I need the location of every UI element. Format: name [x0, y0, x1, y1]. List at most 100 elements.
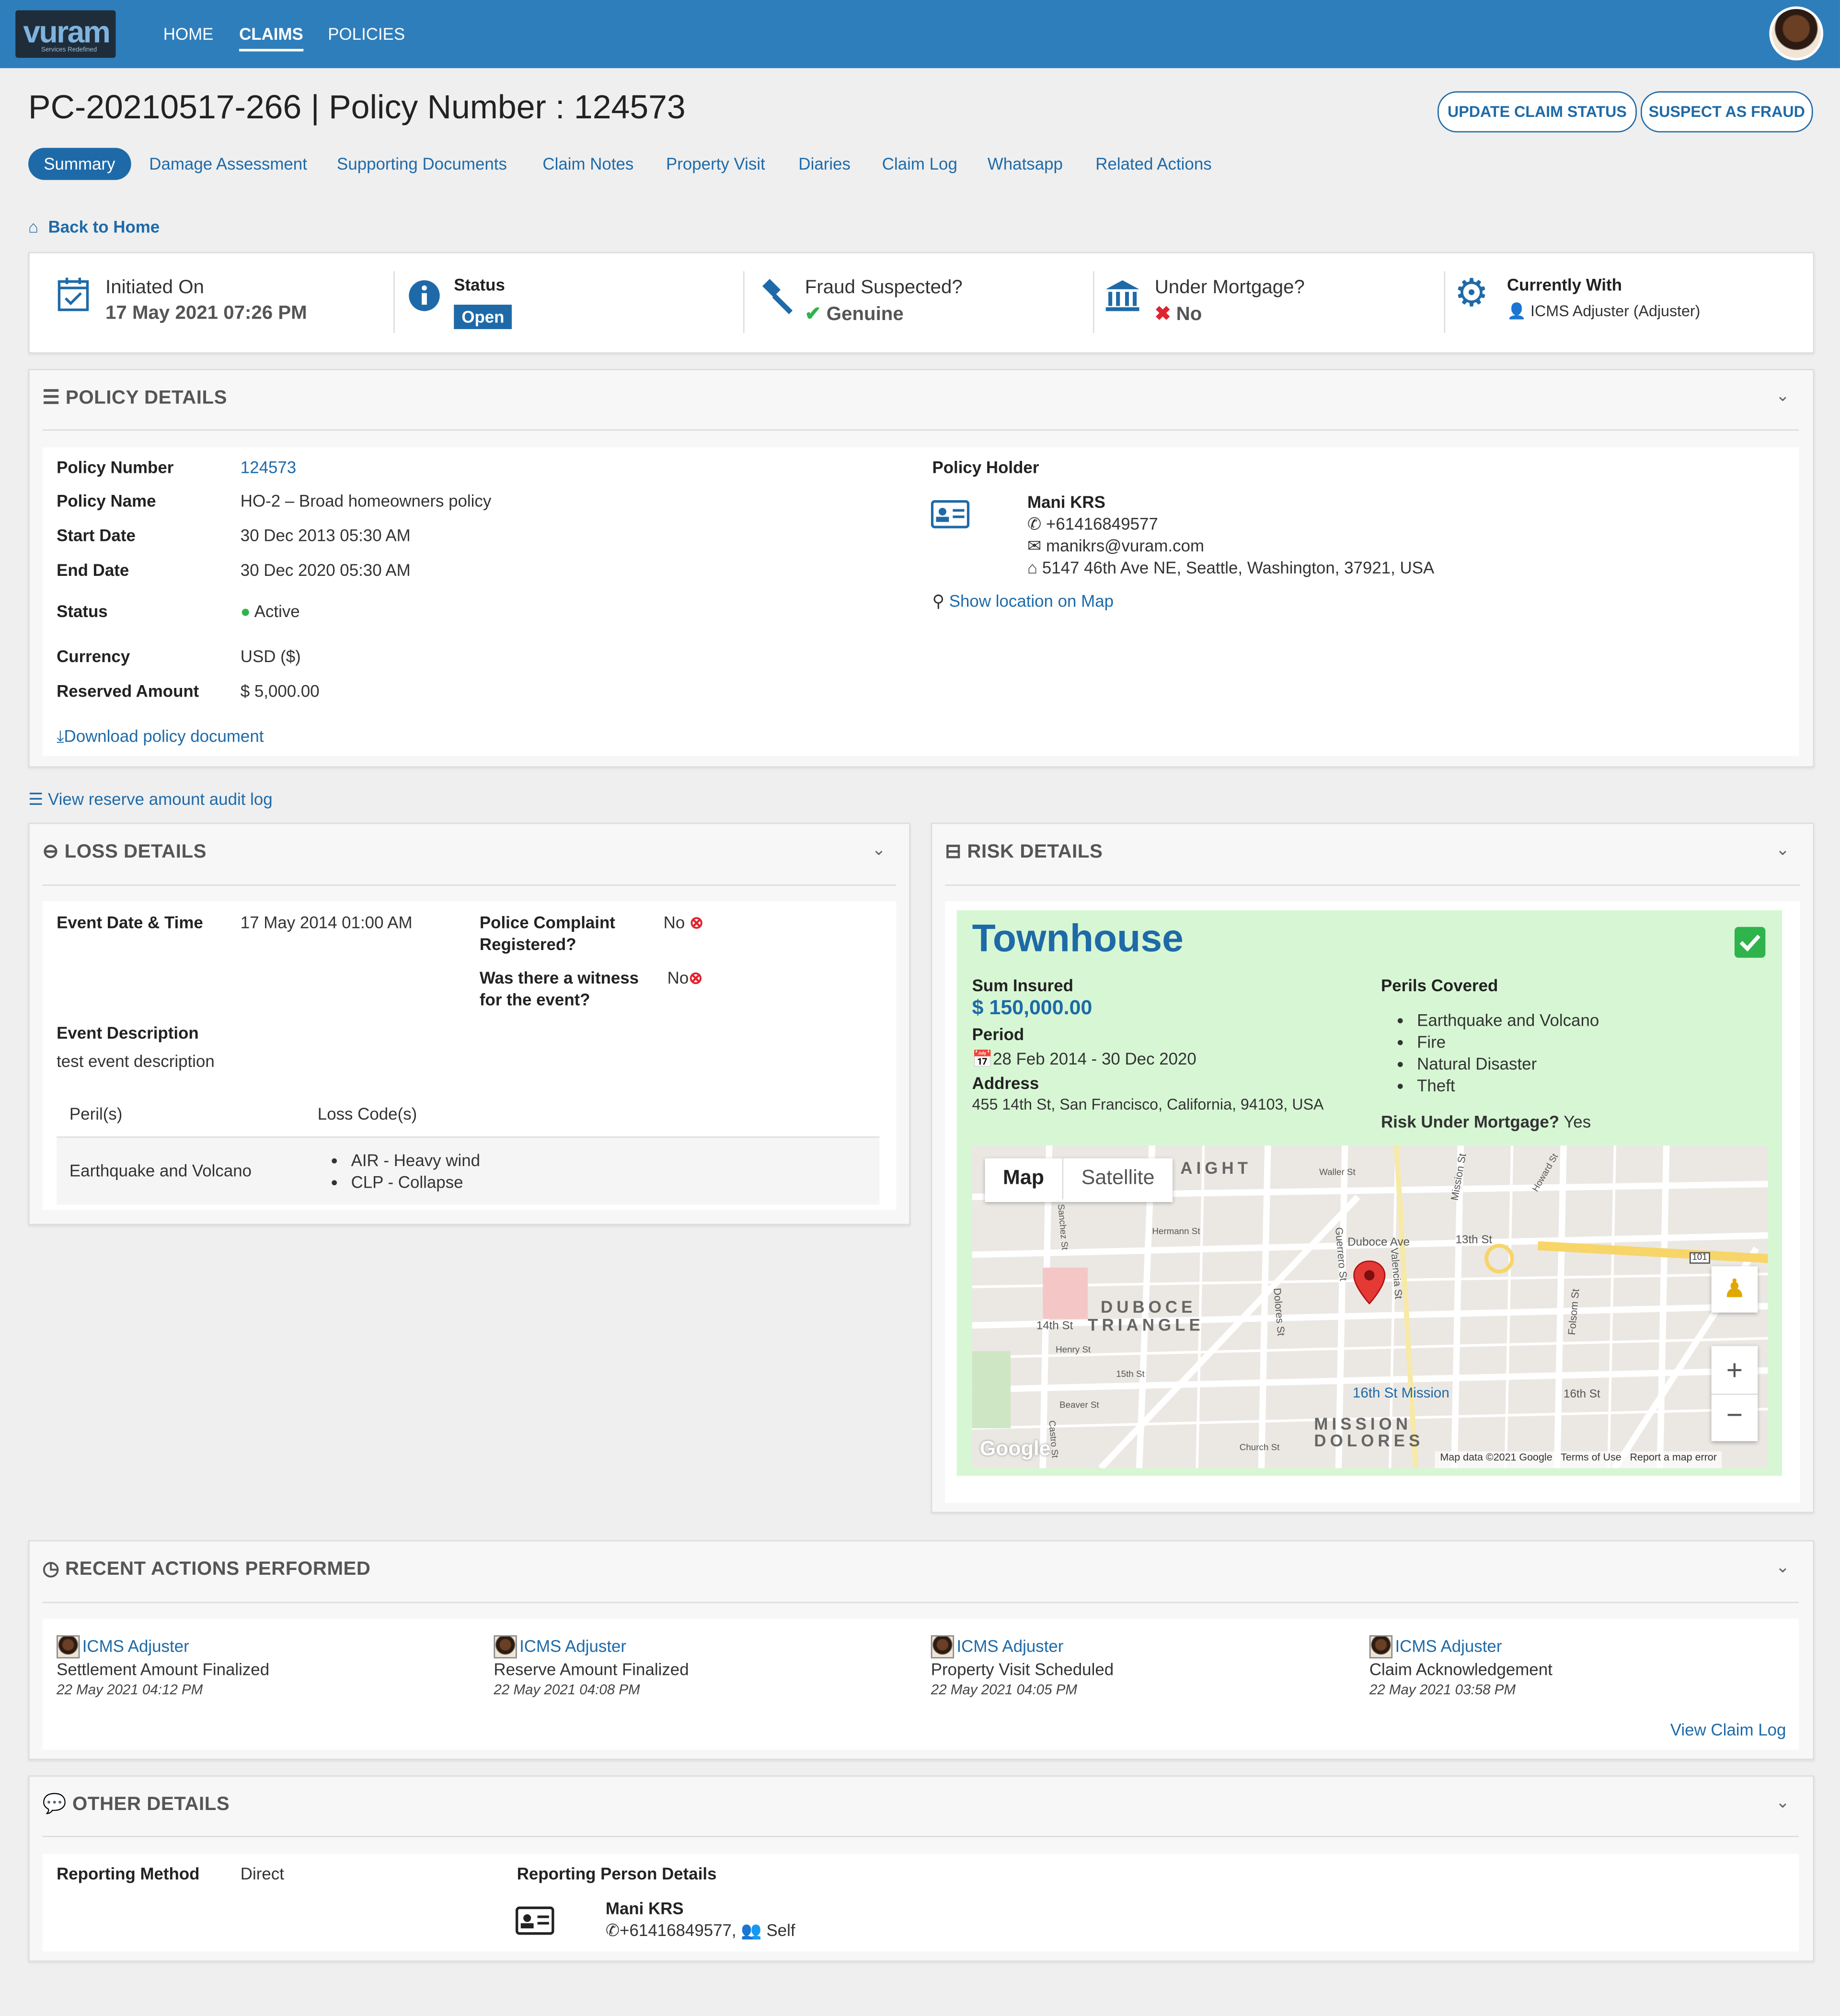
- risk-mortgage-value: Yes: [1564, 1112, 1591, 1132]
- clock-icon: ◷: [42, 1558, 60, 1580]
- home-icon: ⌂: [28, 217, 39, 237]
- action-user-link[interactable]: ICMS Adjuster: [519, 1637, 626, 1656]
- action-text: Settlement Amount Finalized: [57, 1660, 270, 1679]
- download-label: Download policy document: [64, 726, 264, 746]
- reporting-person-label: Reporting Person Details: [517, 1864, 717, 1884]
- tab-supporting-documents[interactable]: Supporting Documents: [337, 154, 507, 173]
- risk-details-title: RISK DETAILS: [967, 840, 1103, 863]
- map-data-credit: Map data ©2021 Google: [1440, 1451, 1552, 1463]
- tab-damage-assessment[interactable]: Damage Assessment: [149, 154, 307, 173]
- download-policy-document-link[interactable]: ⤓Download policy document: [57, 726, 264, 747]
- loss-codes-list: AIR - Heavy wind CLP - Collapse: [331, 1151, 480, 1194]
- zoom-in-button[interactable]: +: [1712, 1346, 1758, 1394]
- avatar: [57, 1635, 80, 1659]
- loss-details-header[interactable]: ⊖ LOSS DETAILS: [42, 839, 207, 863]
- map-label: Church St: [1239, 1443, 1280, 1453]
- risk-details-header[interactable]: ⊟ RISK DETAILS: [945, 839, 1103, 863]
- show-location-on-map-link[interactable]: ⚲ Show location on Map: [932, 591, 1114, 612]
- show-location-label: Show location on Map: [949, 591, 1114, 611]
- policy-status-value: ● Active: [241, 602, 300, 621]
- terms-of-use-link[interactable]: Terms of Use: [1561, 1452, 1621, 1463]
- action-time: 22 May 2021 03:58 PM: [1369, 1683, 1516, 1698]
- list-item: Fire: [1417, 1032, 1599, 1052]
- list-item: Earthquake and Volcano: [1417, 1010, 1599, 1030]
- map-tab-map[interactable]: Map: [985, 1158, 1062, 1200]
- phone-icon: ✆: [1027, 514, 1042, 534]
- holder-email-text: manikrs@vuram.com: [1046, 536, 1205, 556]
- x-circle-icon: ✖: [1154, 303, 1171, 325]
- chevron-down-icon[interactable]: ⌄: [1776, 1792, 1790, 1813]
- tab-related-actions[interactable]: Related Actions: [1095, 154, 1211, 173]
- minus-circle-icon: ⊖: [42, 840, 59, 863]
- loss-details-section: ⊖ LOSS DETAILS ⌄ Event Date & Time 17 Ma…: [28, 823, 910, 1226]
- policy-number-link[interactable]: 124573: [241, 458, 296, 477]
- checkbox-checked-icon: [1734, 927, 1766, 958]
- perils-column-header: Peril(s): [69, 1104, 123, 1124]
- other-details-header[interactable]: 💬 OTHER DETAILS: [43, 1792, 230, 1815]
- avatar: [1369, 1635, 1393, 1659]
- avatar: [494, 1635, 517, 1659]
- update-claim-status-button[interactable]: UPDATE CLAIM STATUS: [1438, 91, 1637, 133]
- tab-property-visit[interactable]: Property Visit: [666, 154, 765, 173]
- zoom-out-button[interactable]: −: [1711, 1393, 1758, 1443]
- list-item: AIR - Heavy wind: [351, 1151, 480, 1170]
- tab-claim-notes[interactable]: Claim Notes: [542, 154, 633, 173]
- chevron-down-icon[interactable]: ⌄: [1776, 839, 1790, 860]
- event-description-label: Event Description: [57, 1023, 199, 1043]
- action-text: Property Visit Scheduled: [931, 1660, 1114, 1679]
- holder-name: Mani KRS: [1027, 492, 1105, 512]
- nav-policies[interactable]: POLICIES: [328, 24, 405, 44]
- period-label: Period: [972, 1024, 1024, 1044]
- reserved-amount-label: Reserved Amount: [57, 681, 199, 701]
- witness-label: Was there a witness: [479, 968, 639, 987]
- back-to-home-link[interactable]: ⌂ Back to Home: [28, 217, 160, 236]
- action-user-link[interactable]: ICMS Adjuster: [82, 1637, 189, 1656]
- suspect-as-fraud-button[interactable]: SUSPECT AS FRAUD: [1641, 91, 1813, 133]
- police-complaint-value: No ⊗: [664, 913, 704, 933]
- tab-summary[interactable]: Summary: [28, 148, 131, 180]
- phone-icon: ✆: [605, 1920, 620, 1940]
- google-map[interactable]: AIGHT DUBOCE TRIANGLE MISSION DOLORES Du…: [972, 1145, 1768, 1468]
- calendar-check-icon: [58, 277, 89, 311]
- tab-claim-log[interactable]: Claim Log: [882, 154, 957, 173]
- report-map-error-link[interactable]: Report a map error: [1630, 1452, 1717, 1463]
- policy-details-header[interactable]: ☰ POLICY DETAILS: [43, 386, 227, 409]
- view-reserve-audit-log-link[interactable]: ☰ View reserve amount audit log: [28, 790, 273, 810]
- map-transit-label: 16th St Mission: [1352, 1386, 1449, 1401]
- action-user-link[interactable]: ICMS Adjuster: [956, 1637, 1063, 1656]
- vuram-logo[interactable]: vuram Services Redefined: [15, 10, 116, 58]
- user-avatar[interactable]: [1769, 6, 1824, 61]
- reporting-person-relation: Self: [766, 1920, 795, 1940]
- event-description-value: test event description: [57, 1052, 215, 1071]
- nav-home[interactable]: HOME: [163, 24, 214, 44]
- police-value-text: No: [663, 913, 685, 932]
- tab-diaries[interactable]: Diaries: [798, 154, 851, 173]
- divider: [945, 884, 1800, 886]
- end-date-value: 30 Dec 2020 05:30 AM: [240, 560, 411, 580]
- divider: [42, 884, 897, 886]
- home-icon: ⌂: [1027, 558, 1038, 577]
- map-tab-satellite[interactable]: Satellite: [1062, 1158, 1173, 1200]
- list-icon: ☰: [28, 789, 44, 809]
- risk-type-title: Townhouse: [972, 917, 1184, 961]
- summary-strip: Initiated On 17 May 2021 07:26 PM Status…: [28, 252, 1815, 354]
- police-complaint-label-2: Registered?: [479, 934, 576, 954]
- action-time: 22 May 2021 04:05 PM: [931, 1683, 1078, 1698]
- fraud-value-text: Genuine: [826, 303, 904, 325]
- divider: [42, 1602, 1799, 1604]
- initiated-on-value: 17 May 2021 07:26 PM: [105, 302, 307, 324]
- tab-whatsapp[interactable]: Whatsapp: [988, 154, 1063, 173]
- pegman-icon[interactable]: ♟: [1711, 1266, 1758, 1313]
- chevron-down-icon[interactable]: ⌄: [872, 839, 886, 860]
- google-logo: Google: [979, 1438, 1051, 1461]
- recent-actions-header[interactable]: ◷ RECENT ACTIONS PERFORMED: [43, 1557, 371, 1580]
- policy-holder-label: Policy Holder: [932, 458, 1039, 477]
- map-marker-icon: ⚲: [932, 591, 945, 611]
- chevron-down-icon[interactable]: ⌄: [1776, 386, 1790, 406]
- view-claim-log-link[interactable]: View Claim Log: [1670, 1720, 1786, 1739]
- nav-claims[interactable]: CLAIMS: [239, 24, 303, 52]
- map-footer: Map data ©2021 Google Terms of Use Repor…: [1435, 1451, 1722, 1468]
- action-user-link[interactable]: ICMS Adjuster: [1395, 1637, 1502, 1656]
- event-date-value: 17 May 2014 01:00 AM: [240, 913, 413, 932]
- chevron-down-icon[interactable]: ⌄: [1776, 1557, 1790, 1578]
